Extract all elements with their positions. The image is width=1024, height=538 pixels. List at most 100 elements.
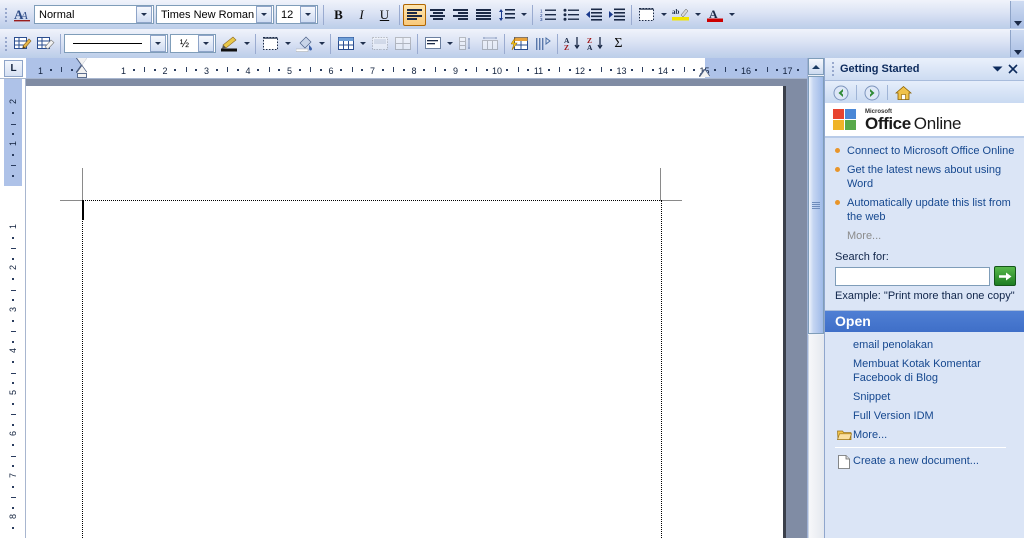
font-color-dropdown[interactable] bbox=[726, 4, 737, 26]
latest-news-link[interactable]: Get the latest news about using Word bbox=[847, 163, 1016, 191]
list-item[interactable]: More... bbox=[825, 428, 1016, 442]
align-left-button[interactable] bbox=[403, 3, 426, 26]
list-item[interactable]: Membuat Kotak Komentar Facebook di Blog bbox=[825, 357, 1016, 385]
shading-color-dropdown[interactable] bbox=[316, 33, 327, 55]
back-button[interactable] bbox=[829, 82, 853, 103]
distribute-rows-button[interactable] bbox=[455, 33, 478, 55]
align-center-button[interactable] bbox=[426, 4, 449, 26]
task-pane-grip[interactable] bbox=[829, 61, 836, 77]
font-color-button[interactable]: A bbox=[703, 4, 726, 26]
style-combo-dropdown[interactable] bbox=[136, 6, 152, 23]
border-color-button[interactable] bbox=[218, 33, 241, 55]
hanging-indent-marker[interactable] bbox=[77, 66, 87, 73]
open-documents-section: email penolakan Membuat Kotak Komentar F… bbox=[825, 332, 1024, 480]
bold-button[interactable]: B bbox=[327, 4, 350, 26]
list-item[interactable]: Get the latest news about using Word bbox=[835, 163, 1016, 191]
merge-cells-button[interactable] bbox=[368, 33, 391, 55]
borders-button[interactable] bbox=[635, 4, 658, 26]
list-item[interactable]: Full Version IDM bbox=[825, 409, 1016, 423]
toolbar-options-button[interactable] bbox=[1010, 30, 1024, 57]
left-indent-marker[interactable] bbox=[77, 73, 87, 78]
font-size-dropdown[interactable] bbox=[300, 6, 316, 23]
borders-dropdown[interactable] bbox=[658, 4, 669, 26]
eraser-button[interactable] bbox=[34, 33, 57, 55]
sort-ascending-button[interactable]: A Z bbox=[561, 33, 584, 55]
document-page[interactable] bbox=[26, 86, 783, 538]
style-combo[interactable]: Normal bbox=[34, 5, 154, 24]
increase-indent-button[interactable] bbox=[605, 4, 628, 26]
bullets-button[interactable] bbox=[559, 4, 582, 26]
home-button[interactable] bbox=[891, 82, 915, 103]
office-online-more-link[interactable]: More... bbox=[847, 230, 881, 242]
scrollbar-thumb[interactable] bbox=[808, 76, 824, 334]
font-size-combo[interactable]: 12 bbox=[276, 5, 318, 24]
toolbar-grip[interactable] bbox=[2, 33, 9, 55]
font-name-dropdown[interactable] bbox=[256, 6, 272, 23]
scroll-up-button[interactable] bbox=[808, 58, 824, 75]
ruler-tick bbox=[195, 69, 198, 71]
italic-button[interactable]: I bbox=[350, 4, 373, 26]
highlight-button[interactable]: ab bbox=[669, 4, 692, 26]
recent-document-link[interactable]: Full Version IDM bbox=[853, 409, 934, 423]
shading-color-button[interactable] bbox=[293, 33, 316, 55]
line-spacing-button[interactable] bbox=[495, 4, 518, 26]
task-pane-menu-button[interactable] bbox=[989, 61, 1005, 77]
draw-table-button[interactable] bbox=[11, 33, 34, 55]
list-item[interactable]: Snippet bbox=[825, 390, 1016, 404]
table-autoformat-button[interactable] bbox=[508, 33, 531, 55]
decrease-indent-button[interactable] bbox=[582, 4, 605, 26]
split-cells-button[interactable] bbox=[391, 33, 414, 55]
cell-align-dropdown[interactable] bbox=[444, 33, 455, 55]
borders-dropdown-arrow[interactable] bbox=[282, 33, 293, 55]
line-style-combo[interactable] bbox=[64, 34, 168, 53]
auto-update-list-link[interactable]: Automatically update this list from the … bbox=[847, 196, 1016, 224]
connect-to-office-online-link[interactable]: Connect to Microsoft Office Online bbox=[847, 144, 1014, 158]
distribute-columns-button[interactable] bbox=[478, 33, 501, 55]
list-item[interactable]: Automatically update this list from the … bbox=[835, 196, 1016, 224]
recent-document-link[interactable]: email penolakan bbox=[853, 338, 933, 352]
list-item[interactable]: Connect to Microsoft Office Online bbox=[835, 144, 1016, 158]
right-indent-marker[interactable] bbox=[699, 70, 710, 77]
vertical-ruler[interactable]: 2 1 1 2 3 4 5 6 7 8 bbox=[0, 79, 26, 538]
text-direction-button[interactable] bbox=[531, 33, 554, 55]
justify-button[interactable] bbox=[472, 4, 495, 26]
borders-dropdown-button[interactable] bbox=[259, 33, 282, 55]
forward-button[interactable] bbox=[860, 82, 884, 103]
cell-align-button[interactable] bbox=[421, 33, 444, 55]
create-new-document-link[interactable]: Create a new document... bbox=[853, 454, 979, 468]
line-weight-dropdown[interactable] bbox=[198, 35, 214, 52]
border-color-dropdown[interactable] bbox=[241, 33, 252, 55]
document-workspace[interactable] bbox=[26, 79, 824, 538]
autosum-button[interactable]: Σ bbox=[607, 33, 630, 55]
vertical-scrollbar[interactable] bbox=[807, 58, 825, 538]
numbering-button[interactable]: 1 2 3 bbox=[536, 4, 559, 26]
line-spacing-dropdown[interactable] bbox=[518, 4, 529, 26]
open-more-link[interactable]: More... bbox=[853, 428, 887, 442]
list-item[interactable]: More... bbox=[835, 229, 1016, 243]
list-item[interactable]: Create a new document... bbox=[825, 454, 1016, 469]
recent-document-link[interactable]: Snippet bbox=[853, 390, 890, 404]
insert-table-dropdown[interactable] bbox=[357, 33, 368, 55]
line-weight-combo[interactable]: ½ bbox=[170, 34, 216, 53]
highlight-color-dropdown[interactable] bbox=[692, 4, 703, 26]
scrollbar-track[interactable] bbox=[808, 335, 825, 538]
styles-and-formatting-button[interactable]: A A bbox=[11, 4, 34, 26]
underline-button[interactable]: U bbox=[373, 4, 396, 26]
ruler-tick bbox=[12, 319, 14, 322]
toolbar-options-button[interactable] bbox=[1010, 1, 1024, 28]
sort-descending-button[interactable]: Z A bbox=[584, 33, 607, 55]
toolbar-grip[interactable] bbox=[2, 4, 9, 26]
task-pane-close-button[interactable] bbox=[1005, 61, 1021, 77]
search-input[interactable] bbox=[835, 266, 990, 286]
search-go-button[interactable] bbox=[994, 266, 1016, 286]
list-item[interactable]: email penolakan bbox=[825, 338, 1016, 352]
tab-stop-selector[interactable]: L bbox=[4, 60, 23, 77]
insert-table-button[interactable] bbox=[334, 33, 357, 55]
line-style-dropdown[interactable] bbox=[150, 35, 166, 52]
font-name-combo[interactable]: Times New Roman bbox=[156, 5, 274, 24]
recent-document-link[interactable]: Membuat Kotak Komentar Facebook di Blog bbox=[853, 357, 1012, 385]
ruler-tick bbox=[12, 340, 14, 343]
toolbar-separator bbox=[399, 4, 400, 25]
align-right-button[interactable] bbox=[449, 4, 472, 26]
first-line-indent-marker[interactable] bbox=[77, 58, 87, 65]
